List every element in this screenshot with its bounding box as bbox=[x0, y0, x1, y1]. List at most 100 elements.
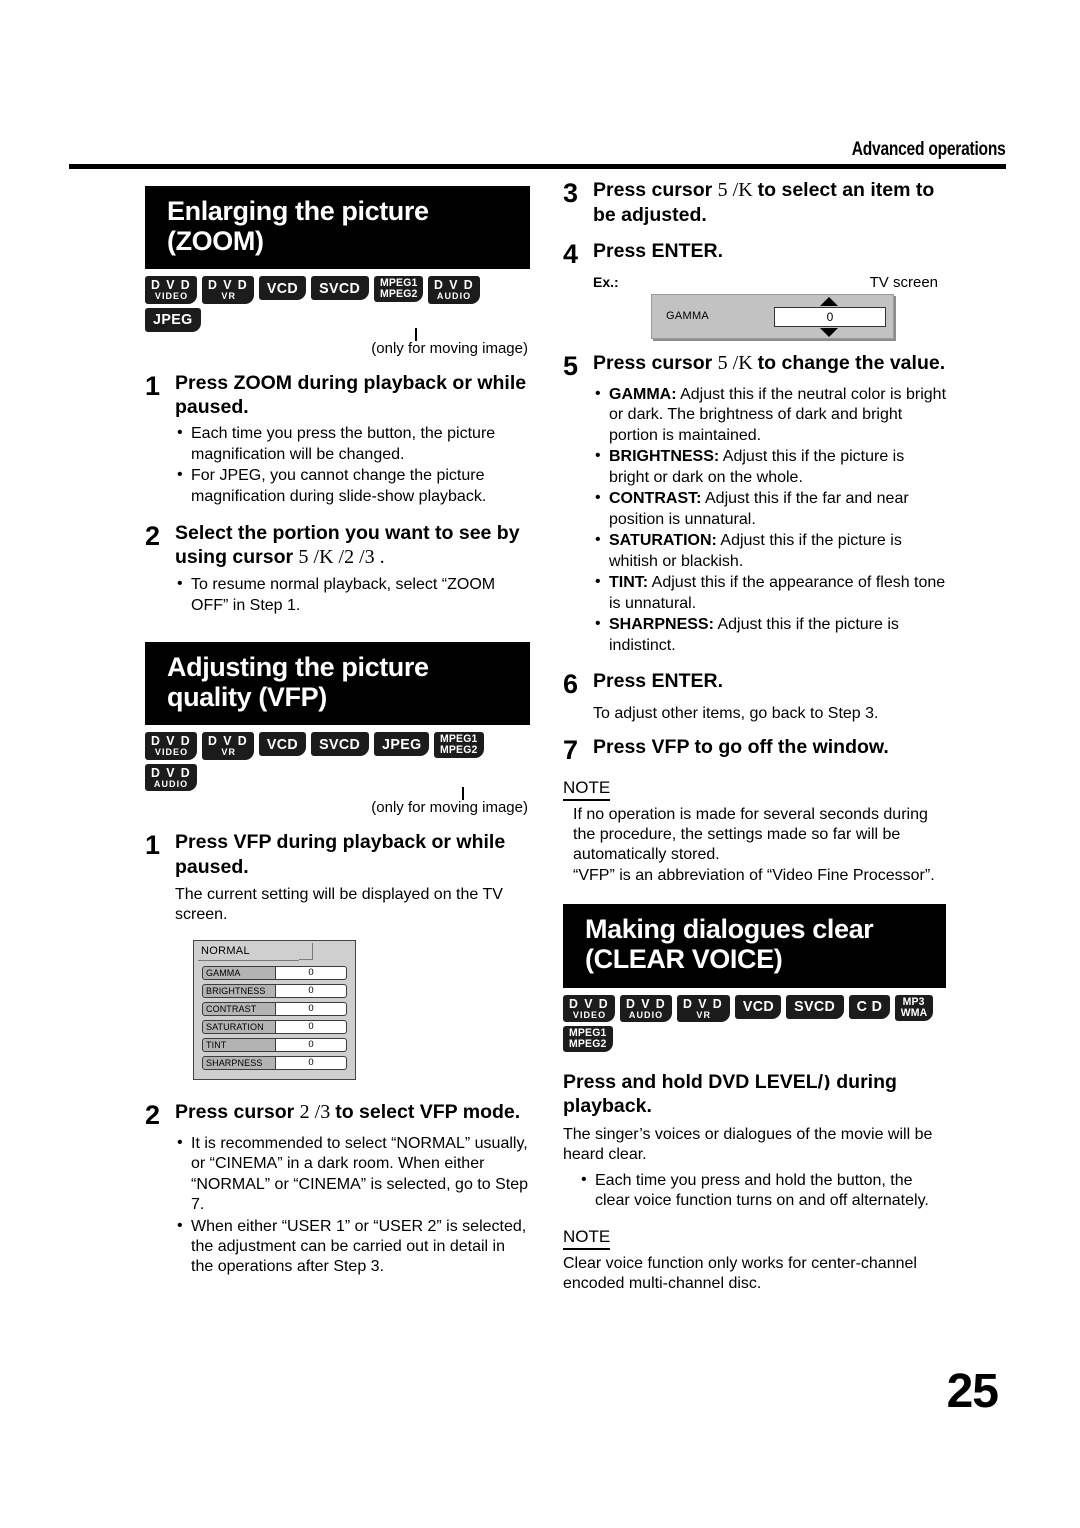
badge-dvd-vr: D V D VR bbox=[202, 732, 254, 760]
step-instruction: Press cursor 5 /K to change the value. bbox=[593, 351, 946, 380]
vfp-step-2-bullets: It is recommended to select “NORMAL” usu… bbox=[145, 1134, 530, 1278]
badge-mpeg: MPEG1 MPEG2 bbox=[563, 1026, 613, 1052]
vfp-onscreen-panel: NORMAL GAMMA 0 BRIGHTNESS 0 CONTRAST 0 S… bbox=[193, 940, 356, 1080]
list-item: For JPEG, you cannot change the picture … bbox=[175, 466, 530, 507]
cursor-arrows-glyph: 5 /K bbox=[718, 179, 758, 201]
step-number: 2 bbox=[145, 521, 175, 570]
step-instruction: Press cursor 2 /3 to select VFP mode. bbox=[175, 1100, 530, 1129]
arrow-up-icon bbox=[820, 297, 838, 306]
vfp-badge-note: (only for moving image) bbox=[145, 799, 530, 816]
clear-voice-bullets: Each time you press and hold the button,… bbox=[563, 1171, 946, 1212]
vfp-step-5: 5 Press cursor 5 /K to change the value. bbox=[563, 351, 946, 380]
gamma-adjust-osd: GAMMA 0 bbox=[651, 294, 894, 339]
vfp-param-label: SHARPNESS bbox=[202, 1056, 276, 1070]
list-item: Each time you press and hold the button,… bbox=[579, 1171, 946, 1212]
badge-line1: C D bbox=[854, 997, 883, 1016]
badge-line1: SVCD bbox=[793, 997, 838, 1016]
badge-note-text: (only for moving image) bbox=[371, 340, 528, 357]
param-term: GAMMA: bbox=[609, 386, 677, 403]
list-item: When either “USER 1” or “USER 2” is sele… bbox=[175, 1217, 530, 1278]
zoom-title-line1: Enlarging the picture bbox=[167, 197, 530, 227]
zoom-title-line2: (ZOOM) bbox=[167, 227, 530, 257]
zoom-step-1: 1 Press ZOOM during playback or while pa… bbox=[145, 371, 530, 419]
note-line-2: “VFP” is an abbreviation of “Video Fine … bbox=[573, 866, 946, 886]
vfp-media-badges: D V D VIDEO D V D VR VCD SVCD JPEG MPEG1… bbox=[145, 732, 530, 791]
badge-dvd-video: D V D VIDEO bbox=[145, 732, 197, 760]
step-number: 4 bbox=[563, 239, 593, 268]
list-item: It is recommended to select “NORMAL” usu… bbox=[175, 1134, 530, 1216]
vfp-step-3: 3 Press cursor 5 /K to select an item to… bbox=[563, 178, 946, 227]
gamma-label: GAMMA bbox=[666, 310, 709, 322]
vfp-row-sharpness: SHARPNESS 0 bbox=[202, 1056, 347, 1070]
step-number: 6 bbox=[563, 669, 593, 698]
badge-mp3-wma: MP3 WMA bbox=[895, 995, 933, 1021]
vfp-row-contrast: CONTRAST 0 bbox=[202, 1002, 347, 1016]
step-instruction-text-b: to change the value. bbox=[758, 352, 945, 374]
clear-voice-media-badges: D V D VIDEO D V D AUDIO D V D VR VCD SVC… bbox=[563, 995, 946, 1053]
arrow-down-icon bbox=[820, 328, 838, 337]
badge-line2: MPEG2 bbox=[379, 289, 417, 300]
badge-line1: SVCD bbox=[317, 279, 362, 298]
list-item: Each time you press the button, the pict… bbox=[175, 424, 530, 465]
badge-dvd-audio: D V D AUDIO bbox=[145, 764, 197, 792]
badge-line2: MPEG2 bbox=[440, 745, 478, 756]
note-line-1: If no operation is made for several seco… bbox=[573, 805, 946, 866]
header-divider bbox=[69, 164, 1006, 169]
vfp-row-gamma: GAMMA 0 bbox=[202, 966, 347, 980]
badge-cd: C D bbox=[849, 995, 890, 1019]
vfp-step-6: 6 Press ENTER. bbox=[563, 669, 946, 698]
step-number: 5 bbox=[563, 351, 593, 380]
vfp-step-4: 4 Press ENTER. bbox=[563, 239, 946, 268]
clear-voice-title-line1: Making dialogues clear bbox=[585, 915, 946, 945]
note-label: NOTE bbox=[563, 778, 610, 801]
badge-pointer-line bbox=[462, 787, 464, 800]
vfp-param-label: BRIGHTNESS bbox=[202, 984, 276, 998]
badge-jpeg: JPEG bbox=[374, 732, 430, 756]
badge-note-text: (only for moving image) bbox=[371, 799, 528, 816]
badge-line2: AUDIO bbox=[629, 1011, 663, 1021]
vfp-step-1-body: The current setting will be displayed on… bbox=[175, 885, 530, 926]
vfp-param-value: 0 bbox=[276, 1038, 347, 1052]
page-number: 25 bbox=[947, 1364, 998, 1419]
speaker-sound-icon: ) bbox=[823, 1073, 831, 1093]
clear-voice-section-banner: Making dialogues clear (CLEAR VOICE) bbox=[563, 904, 946, 987]
badge-svcd: SVCD bbox=[311, 732, 368, 756]
badge-vcd: VCD bbox=[735, 995, 782, 1019]
badge-line1: VCD bbox=[265, 735, 300, 754]
badge-line1: SVCD bbox=[317, 735, 362, 754]
vfp-step-7: 7 Press VFP to go off the window. bbox=[563, 735, 946, 764]
list-item: SHARPNESS: Adjust this if the picture is… bbox=[593, 615, 946, 656]
badge-line2: VR bbox=[221, 748, 236, 758]
zoom-step-2: 2 Select the portion you want to see by … bbox=[145, 521, 530, 570]
step-instruction-text-a: Press cursor bbox=[593, 352, 718, 374]
badge-line1: JPEG bbox=[151, 310, 194, 329]
list-item: SATURATION: Adjust this if the picture i… bbox=[593, 531, 946, 572]
step-instruction-text-a: Press cursor bbox=[593, 179, 718, 201]
badge-line1: D V D bbox=[208, 734, 248, 747]
list-item: TINT: Adjust this if the appearance of f… bbox=[593, 573, 946, 614]
badge-line2: AUDIO bbox=[154, 780, 188, 790]
vfp-param-label: GAMMA bbox=[202, 966, 276, 980]
vfp-param-label: CONTRAST bbox=[202, 1002, 276, 1016]
badge-line1: D V D bbox=[208, 278, 248, 291]
badge-dvd-vr: D V D VR bbox=[677, 995, 729, 1023]
list-item: CONTRAST: Adjust this if the far and nea… bbox=[593, 489, 946, 530]
badge-vcd: VCD bbox=[259, 732, 306, 756]
badge-dvd-audio: D V D AUDIO bbox=[428, 276, 480, 304]
step-instruction: Press cursor 5 /K to select an item to b… bbox=[593, 178, 946, 227]
step-instruction: Press VFP during playback or while pause… bbox=[175, 830, 530, 878]
badge-line1: VCD bbox=[740, 997, 775, 1016]
tv-screen-label: TV screen bbox=[870, 274, 938, 291]
step-number: 2 bbox=[145, 1100, 175, 1129]
vfp-param-value: 0 bbox=[276, 1056, 347, 1070]
badge-dvd-video: D V D VIDEO bbox=[563, 995, 615, 1023]
badge-line2: VIDEO bbox=[154, 292, 187, 302]
badge-line2: MPEG2 bbox=[569, 1039, 607, 1050]
badge-dvd-audio: D V D AUDIO bbox=[620, 995, 672, 1023]
vfp-step-2: 2 Press cursor 2 /3 to select VFP mode. bbox=[145, 1100, 530, 1129]
step-instruction: Press VFP to go off the window. bbox=[593, 735, 946, 764]
note-body: If no operation is made for several seco… bbox=[563, 805, 946, 887]
badge-mpeg: MPEG1 MPEG2 bbox=[434, 732, 484, 758]
vfp-title-line1: Adjusting the picture bbox=[167, 653, 530, 683]
clear-voice-body: The singer’s voices or dialogues of the … bbox=[563, 1125, 946, 1166]
